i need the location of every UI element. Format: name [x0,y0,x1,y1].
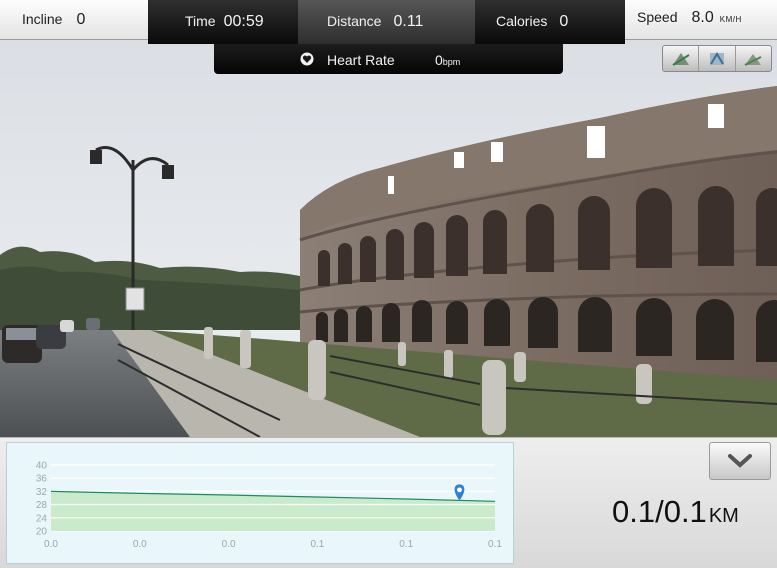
distance-progress-unit: KM [708,505,739,527]
y-tick-label: 36 [36,474,48,485]
heart-rate-label: Heart Rate [327,52,395,68]
x-tick-label: 0.1 [488,539,502,550]
incline-stat: Incline 0 [22,11,85,29]
heart-rate-value: 0 [435,52,443,68]
calories-stat: Calories 0 [496,13,568,31]
x-tick-label: 0.1 [399,539,413,550]
speed-stat: Speed 8.0 KM/H [637,9,742,27]
view-route-icon [709,51,724,65]
y-tick-label: 20 [36,527,48,538]
calories-label: Calories [496,13,548,29]
distance-stat: Distance 0.11 [327,13,423,31]
speed-label: Speed [637,9,678,25]
time-label: Time [185,13,216,29]
y-tick-label: 32 [36,487,48,498]
position-marker-dot [457,487,462,493]
heart-rate-readout: 0bpm [435,52,460,68]
bottom-panel: 20 24 28 32 36 40 0.0 0.0 0.0 0.1 0.1 0.1 0.1/0.1 KM [0,437,777,568]
elevation-chart-svg: 20 24 28 32 36 40 0.0 0.0 0.0 0.1 0.1 0.1 [36,461,503,551]
time-value: 00:59 [223,13,264,30]
position-marker-icon [454,484,465,501]
incline-label: Incline [22,11,63,27]
heart-rate-icon [300,52,314,66]
distance-value: 0.11 [393,13,424,30]
x-tick-label: 0.0 [44,539,58,550]
y-tick-label: 24 [36,513,48,524]
view-map-button[interactable] [663,46,700,71]
view-map-icon [672,52,690,66]
y-tick-label: 28 [36,500,48,511]
collapse-button[interactable] [709,442,771,480]
distance-progress: 0.1/0.1 KM [612,494,739,530]
view-mode-switcher [662,45,772,72]
x-tick-label: 0.1 [310,539,324,550]
speed-value: 8.0 [691,9,714,26]
distance-label: Distance [327,13,382,29]
view-street-button[interactable] [736,46,771,71]
view-street-icon [744,53,762,66]
heart-rate-panel: Heart Rate 0bpm [214,44,563,74]
x-tick-label: 0.0 [222,539,236,550]
view-route-button[interactable] [699,46,736,71]
incline-value: 0 [76,11,86,28]
y-tick-label: 40 [36,461,48,472]
calories-value: 0 [559,13,569,30]
speed-unit: KM/H [719,15,742,24]
profile-area [51,491,495,531]
heart-rate-unit: bpm [442,57,461,67]
x-tick-label: 0.0 [133,539,147,550]
chevron-down-icon [728,454,752,468]
distance-progress-value: 0.1/0.1 [612,494,707,529]
elevation-profile-chart: 20 24 28 32 36 40 0.0 0.0 0.0 0.1 0.1 0.1 [6,442,514,564]
time-stat: Time 00:59 [185,13,264,31]
